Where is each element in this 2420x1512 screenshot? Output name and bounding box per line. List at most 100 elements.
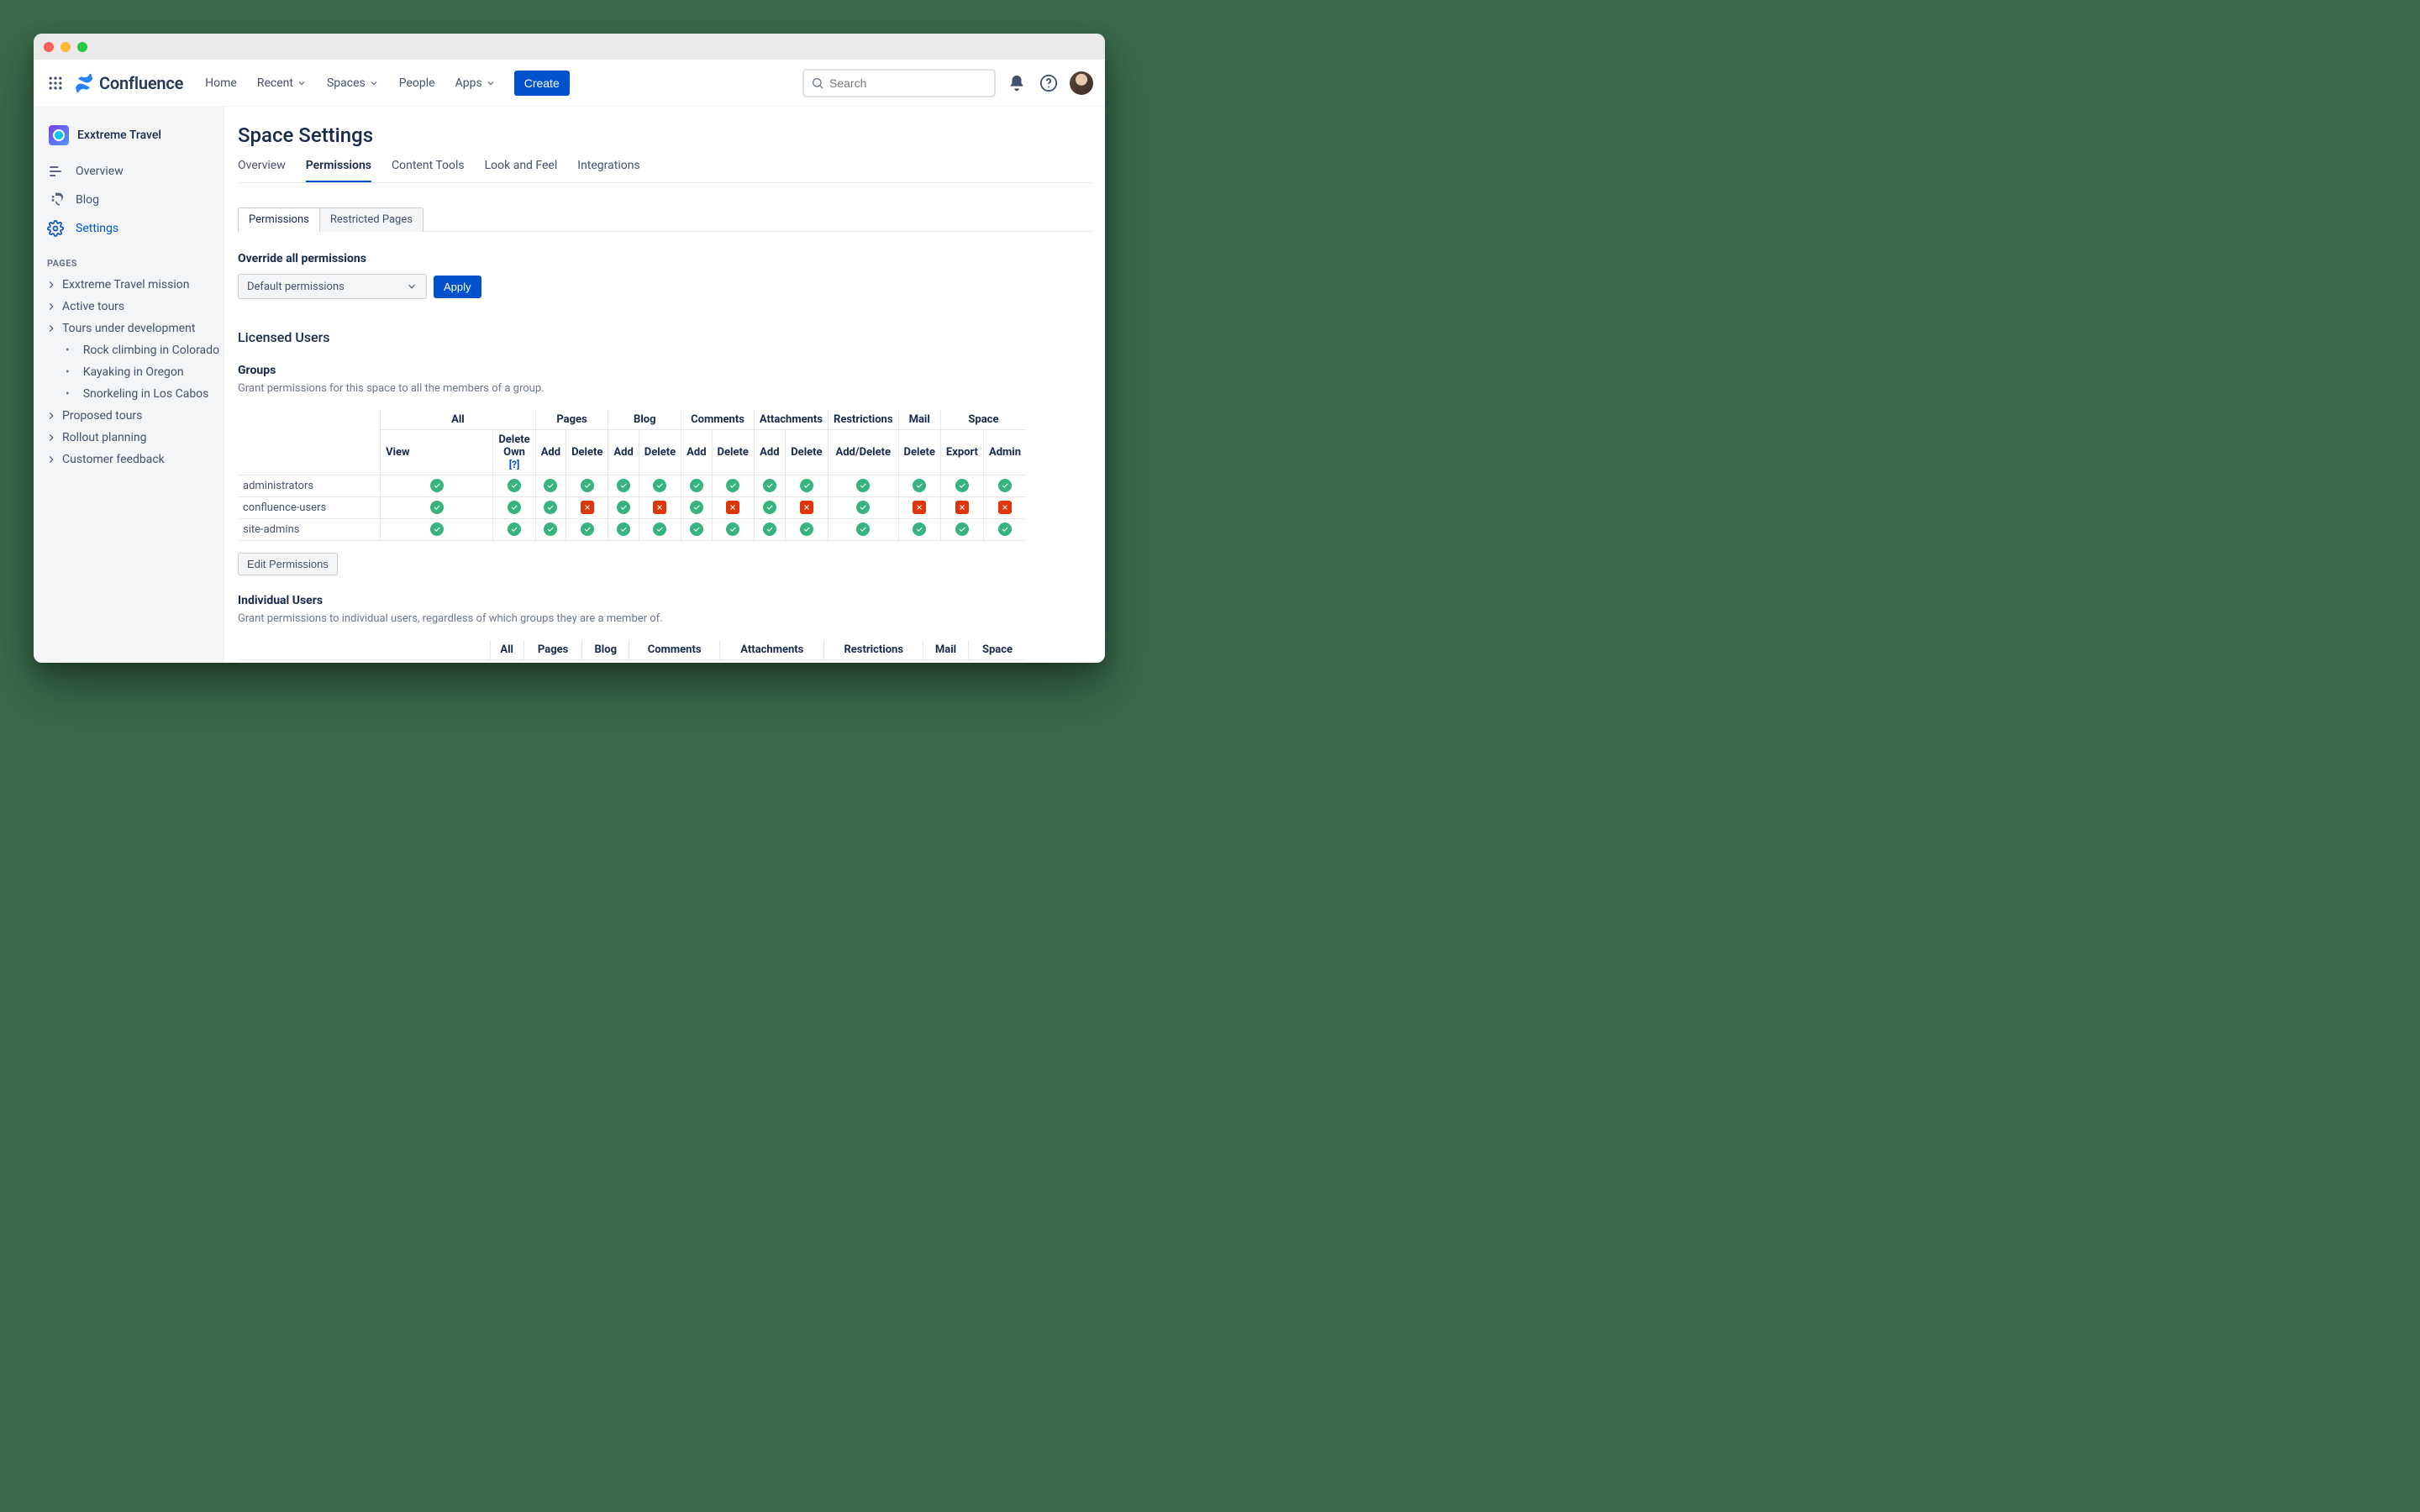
- tab-look-and-feel[interactable]: Look and Feel: [485, 152, 558, 182]
- permission-denied-icon: [913, 501, 926, 514]
- permission-granted-icon: [856, 522, 870, 536]
- permission-granted-icon: [763, 479, 776, 492]
- page-tree-item[interactable]: Rock climbing in Colorado: [62, 339, 224, 361]
- global-search[interactable]: [802, 69, 996, 97]
- page-tree-label: Snorkeling in Los Cabos: [83, 387, 209, 401]
- nav-spaces[interactable]: Spaces: [318, 71, 387, 95]
- page-tree-item[interactable]: Proposed tours: [37, 405, 224, 427]
- nav-apps[interactable]: Apps: [447, 71, 504, 95]
- page-tree-label: Active tours: [62, 300, 124, 313]
- page-tree-label: Exxtreme Travel mission: [62, 278, 189, 291]
- permission-granted-icon: [430, 522, 444, 536]
- search-input[interactable]: [829, 76, 987, 90]
- page-tree-label: Kayaking in Oregon: [83, 365, 184, 379]
- permission-denied-icon: [581, 501, 594, 514]
- page-tree-item[interactable]: Tours under development: [37, 318, 224, 339]
- create-button[interactable]: Create: [514, 71, 570, 96]
- permission-granted-icon: [856, 479, 870, 492]
- help-link[interactable]: [?]: [509, 459, 520, 470]
- permission-granted-icon: [856, 501, 870, 514]
- individual-users-description: Grant permissions to individual users, r…: [238, 612, 1093, 625]
- permission-granted-icon: [955, 522, 969, 536]
- chevron-right-icon: [45, 301, 57, 312]
- sidebar-item-label: Blog: [76, 193, 99, 207]
- space-header[interactable]: Exxtreme Travel: [34, 118, 224, 157]
- nav-spaces-label: Spaces: [327, 76, 366, 90]
- page-tree-label: Tours under development: [62, 322, 195, 335]
- sidebar-item-blog[interactable]: Blog: [39, 186, 218, 214]
- user-avatar[interactable]: [1070, 71, 1093, 95]
- search-icon: [811, 76, 824, 90]
- subtab-permissions[interactable]: Permissions: [238, 207, 320, 232]
- sidebar-item-settings[interactable]: Settings: [39, 214, 218, 243]
- window-zoom-dot[interactable]: [77, 42, 87, 52]
- permission-granted-icon: [726, 522, 739, 536]
- window-minimize-dot[interactable]: [60, 42, 71, 52]
- permission-denied-icon: [998, 501, 1012, 514]
- space-sidebar: Exxtreme Travel Overview Blog Settings P…: [34, 107, 224, 663]
- main-content: Space Settings Overview Permissions Conten…: [224, 107, 1105, 663]
- group-name: administrators: [238, 475, 381, 497]
- tab-integrations[interactable]: Integrations: [577, 152, 639, 182]
- nav-home[interactable]: Home: [197, 71, 245, 95]
- permission-granted-icon: [763, 501, 776, 514]
- page-tree-item[interactable]: Snorkeling in Los Cabos: [62, 383, 224, 405]
- page-tree-item[interactable]: Exxtreme Travel mission: [37, 274, 224, 296]
- licensed-users-heading: Licensed Users: [238, 329, 1093, 345]
- chevron-right-icon: [45, 279, 57, 291]
- sidebar-item-overview[interactable]: Overview: [39, 157, 218, 186]
- subtab-restricted-pages[interactable]: Restricted Pages: [320, 207, 424, 232]
- app-switcher-icon[interactable]: [42, 70, 69, 97]
- table-row: administrators: [238, 475, 1026, 497]
- confluence-logo-icon: [74, 73, 94, 93]
- override-select-value: Default permissions: [247, 281, 345, 293]
- edit-permissions-button[interactable]: Edit Permissions: [238, 553, 338, 575]
- permission-denied-icon: [955, 501, 969, 514]
- page-tree: Exxtreme Travel mission Active tours Tours…: [34, 274, 224, 470]
- apply-button[interactable]: Apply: [434, 276, 481, 298]
- permission-denied-icon: [800, 501, 813, 514]
- space-icon: [49, 125, 69, 145]
- permission-granted-icon: [581, 479, 594, 492]
- nav-home-label: Home: [205, 76, 237, 90]
- top-nav: Confluence Home Recent Spaces People App…: [34, 60, 1105, 107]
- page-tree-label: Customer feedback: [62, 453, 165, 466]
- permission-granted-icon: [508, 479, 521, 492]
- tab-content-tools[interactable]: Content Tools: [392, 152, 465, 182]
- chevron-down-icon: [297, 78, 307, 88]
- permission-granted-icon: [544, 479, 557, 492]
- tab-overview[interactable]: Overview: [238, 152, 286, 182]
- permission-granted-icon: [726, 479, 739, 492]
- permission-granted-icon: [690, 522, 703, 536]
- permission-granted-icon: [617, 501, 630, 514]
- tab-permissions[interactable]: Permissions: [306, 152, 371, 182]
- page-tree-item[interactable]: Active tours: [37, 296, 224, 318]
- override-heading: Override all permissions: [238, 252, 1093, 265]
- groups-description: Grant permissions for this space to all …: [238, 382, 1093, 395]
- permission-granted-icon: [581, 522, 594, 536]
- groups-heading: Groups: [238, 364, 1093, 377]
- permission-subtabs: PermissionsRestricted Pages: [238, 207, 1093, 232]
- help-icon[interactable]: [1038, 72, 1060, 94]
- override-select[interactable]: Default permissions: [238, 274, 427, 299]
- permission-granted-icon: [763, 522, 776, 536]
- product-logo[interactable]: Confluence: [74, 73, 183, 93]
- page-tree-item[interactable]: Kayaking in Oregon: [62, 361, 224, 383]
- individual-permission-table: AllPagesBlogCommentsAttachmentsRestricti…: [238, 640, 1026, 660]
- nav-apps-label: Apps: [455, 76, 482, 90]
- page-title: Space Settings: [238, 123, 1093, 147]
- page-tree-item[interactable]: Rollout planning: [37, 427, 224, 449]
- nav-recent-label: Recent: [257, 76, 293, 90]
- nav-people[interactable]: People: [391, 71, 444, 95]
- window-close-dot[interactable]: [44, 42, 54, 52]
- page-tree-item[interactable]: Customer feedback: [37, 449, 224, 470]
- nav-recent[interactable]: Recent: [249, 71, 315, 95]
- permission-granted-icon: [913, 479, 926, 492]
- permission-granted-icon: [430, 479, 444, 492]
- notifications-icon[interactable]: [1006, 72, 1028, 94]
- sidebar-item-label: Overview: [76, 165, 124, 178]
- permission-denied-icon: [653, 501, 666, 514]
- permission-granted-icon: [544, 501, 557, 514]
- permission-granted-icon: [955, 479, 969, 492]
- blog-icon: [47, 192, 64, 208]
